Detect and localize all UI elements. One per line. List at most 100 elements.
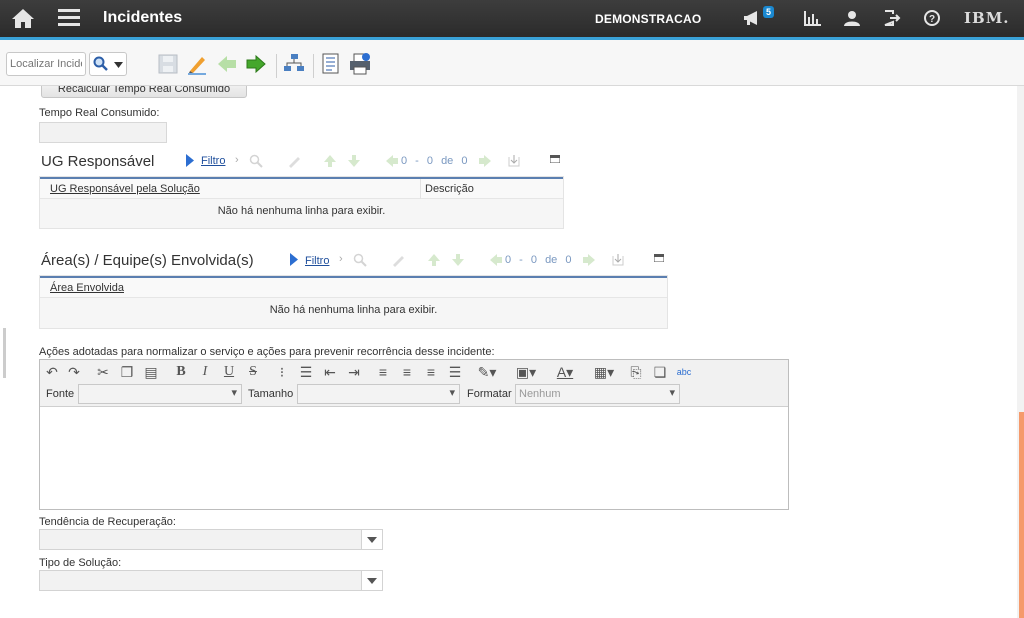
ug-table-header: UG Responsável pela Solução Descrição (40, 177, 563, 199)
ug-table: UG Responsável pela Solução Descrição Nã… (39, 176, 564, 229)
clear-changes-icon[interactable] (186, 53, 208, 75)
ug-pager: 0 - 0 de 0 (401, 155, 468, 167)
numbered-list-icon[interactable]: ⁝ (274, 363, 290, 381)
tempo-real-label: Tempo Real Consumido: (39, 107, 160, 119)
print-icon[interactable] (349, 53, 371, 75)
page-next-icon[interactable] (478, 154, 492, 168)
recalculate-time-button[interactable]: Recalcular Tempo Real Consumido (41, 86, 247, 98)
filter-expand-icon[interactable] (290, 253, 298, 266)
svg-text:?: ? (929, 14, 935, 25)
view-history-icon[interactable] (320, 53, 342, 75)
chevron-right-icon[interactable]: › (339, 253, 343, 265)
user-icon[interactable] (842, 9, 862, 27)
justify-icon[interactable]: ☰ (447, 363, 463, 381)
underline-icon[interactable]: U (221, 363, 237, 381)
paste-text-icon[interactable]: ❏ (652, 363, 668, 381)
edit-icon[interactable] (287, 154, 301, 168)
next-record-icon[interactable] (245, 53, 267, 75)
top-bar: Incidentes DEMONSTRACAO 5 ? IBM. (0, 0, 1024, 37)
page-next-icon[interactable] (582, 253, 596, 267)
download-icon[interactable] (611, 253, 625, 267)
tendencia-label: Tendência de Recuperação: (39, 516, 176, 528)
tempo-real-field[interactable] (39, 122, 167, 143)
workflow-icon[interactable] (283, 53, 305, 75)
search-input[interactable] (6, 52, 86, 76)
cut-icon[interactable]: ✂ (95, 363, 111, 381)
font-color-icon[interactable]: A▾ (550, 363, 580, 381)
filter-expand-icon[interactable] (186, 154, 194, 167)
format-value: Nenhum (519, 388, 561, 400)
chart-icon[interactable] (803, 9, 823, 27)
area-table: Área Envolvida Não há nenhuma linha para… (39, 275, 668, 329)
search-icon[interactable] (249, 154, 263, 168)
arrow-up-icon[interactable] (427, 253, 441, 267)
editor-toolbar: ↶ ↷ ✂ ❐ ▤ B I U S ⁝ ☰ ⇤ ⇥ ≡ ≡ ≡ ☰ ✎▾ ▣▾ … (40, 360, 788, 407)
tipo-dropdown-button[interactable] (361, 570, 383, 591)
sidebar-drag-handle[interactable] (3, 328, 6, 378)
menu-icon[interactable] (58, 9, 80, 27)
align-center-icon[interactable]: ≡ (423, 363, 439, 381)
arrow-up-icon[interactable] (323, 154, 337, 168)
format-select[interactable]: Nenhum ▾ (515, 384, 680, 404)
tendencia-field[interactable] (39, 529, 362, 550)
ug-col-solution[interactable]: UG Responsável pela Solução (50, 183, 200, 195)
italic-icon[interactable]: I (197, 363, 213, 381)
area-table-header: Área Envolvida (40, 276, 667, 298)
align-right-icon[interactable]: ≡ (399, 363, 415, 381)
image-icon[interactable]: ▣▾ (511, 363, 541, 381)
size-select[interactable]: ▾ (297, 384, 460, 404)
notification-badge[interactable]: 5 (763, 6, 775, 18)
bold-icon[interactable]: B (173, 363, 189, 381)
collapse-icon[interactable] (654, 254, 664, 262)
scrollbar-thumb[interactable] (1019, 412, 1024, 618)
previous-record-icon[interactable] (216, 53, 238, 75)
highlight-icon[interactable]: ▦▾ (589, 363, 619, 381)
search-menu-button[interactable] (89, 52, 127, 76)
redo-icon[interactable]: ↷ (66, 363, 82, 381)
ug-col-description[interactable]: Descrição (425, 183, 474, 195)
ug-section-title: UG Responsável (41, 153, 155, 170)
source-icon[interactable]: ⎘ (628, 363, 644, 381)
size-label: Tamanho (248, 388, 294, 400)
spellcheck-icon[interactable]: abc (676, 363, 692, 381)
search-icon (93, 56, 108, 71)
area-section-title: Área(s) / Equipe(s) Envolvida(s) (41, 252, 254, 269)
ug-table-tools: › 0 - 0 de 0 (235, 154, 560, 170)
page-previous-icon[interactable] (385, 154, 399, 168)
align-left-icon[interactable]: ≡ (375, 363, 391, 381)
column-divider (420, 179, 421, 199)
font-select[interactable]: ▾ (78, 384, 242, 404)
arrow-down-icon[interactable] (347, 154, 361, 168)
tipo-field[interactable] (39, 570, 362, 591)
arrow-down-icon[interactable] (451, 253, 465, 267)
area-col-envolvida[interactable]: Área Envolvida (50, 282, 124, 294)
paste-icon[interactable]: ▤ (143, 363, 159, 381)
logout-icon[interactable] (882, 9, 902, 27)
download-icon[interactable] (507, 154, 521, 168)
megaphone-icon[interactable] (742, 9, 762, 27)
collapse-icon[interactable] (550, 155, 560, 163)
ug-filter-link[interactable]: Filtro (201, 155, 225, 167)
chevron-down-icon (367, 578, 377, 584)
bullet-list-icon[interactable]: ☰ (298, 363, 314, 381)
help-icon[interactable]: ? (922, 9, 942, 27)
home-icon[interactable] (11, 8, 35, 29)
ug-empty-message: Não há nenhuma linha para exibir. (217, 205, 386, 217)
strikethrough-icon[interactable]: S (245, 363, 261, 381)
indent-icon[interactable]: ⇥ (346, 363, 362, 381)
outdent-icon[interactable]: ⇤ (322, 363, 338, 381)
chevron-right-icon[interactable]: › (235, 154, 239, 166)
page-previous-icon[interactable] (489, 253, 503, 267)
link-icon[interactable]: ✎▾ (472, 363, 502, 381)
undo-icon[interactable]: ↶ (44, 363, 60, 381)
user-name[interactable]: DEMONSTRACAO (595, 12, 701, 26)
tendencia-dropdown-button[interactable] (361, 529, 383, 550)
copy-icon[interactable]: ❐ (119, 363, 135, 381)
edit-icon[interactable] (391, 253, 405, 267)
area-filter-link[interactable]: Filtro (305, 255, 329, 267)
actions-label: Ações adotadas para normalizar o serviço… (39, 346, 495, 358)
save-icon[interactable] (157, 53, 179, 75)
search-icon[interactable] (353, 253, 367, 267)
toolbar-separator (313, 54, 314, 78)
editor-body[interactable] (40, 407, 788, 509)
